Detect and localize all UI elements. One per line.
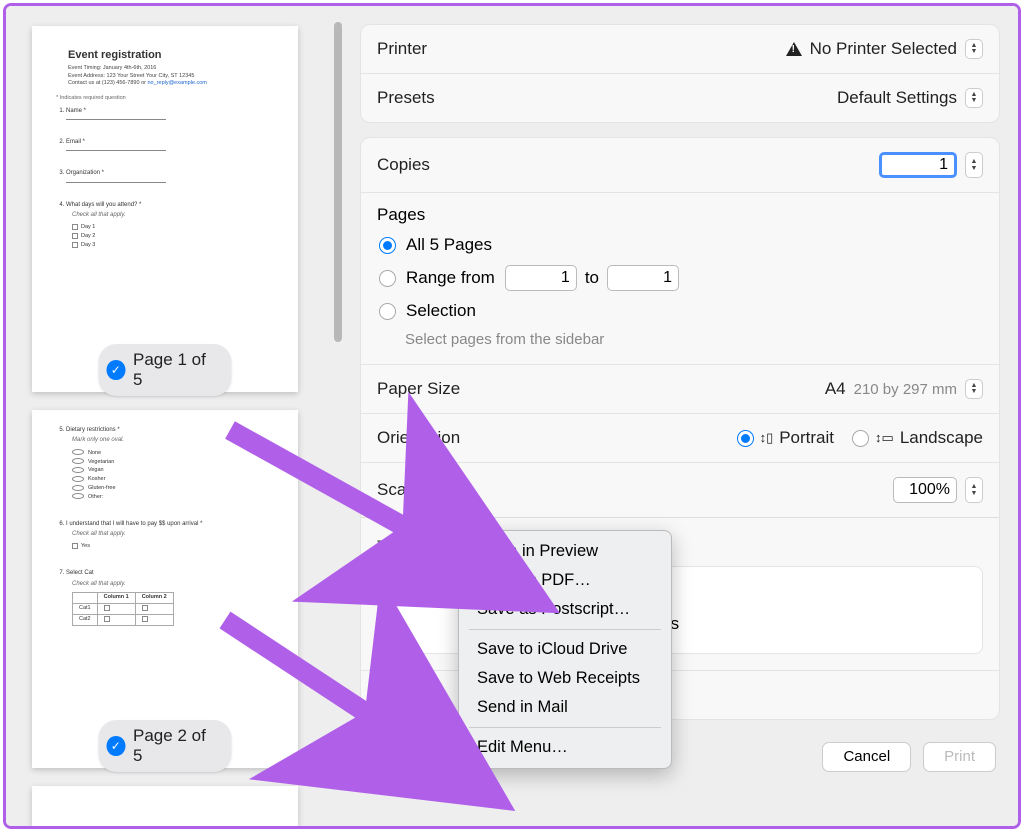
presets-label: Presets [377,88,435,108]
warning-icon [786,42,802,56]
preview-sidebar: Event registration Event Timing: January… [6,6,346,826]
landscape-icon: ↕▭ [875,430,894,446]
pages-label: Pages [377,205,983,225]
radio-all-pages[interactable] [379,237,396,254]
pdf-button[interactable]: PDF [402,743,454,771]
paper-label: Paper Size [377,379,460,399]
printer-select[interactable]: No Printer Selected ▲▼ [786,39,983,59]
stepper-icon[interactable]: ▲▼ [965,477,983,503]
cancel-button[interactable]: Cancel [822,742,911,772]
orientation-label: Orientation [377,428,460,448]
scaling-label: Scaling [377,480,433,500]
copies-input[interactable] [879,152,957,178]
chevron-down-icon: ▾ [377,536,383,549]
pdf-dropdown-menu: Open in Preview Save as PDF… Save as Pos… [458,530,672,769]
menu-save-postscript[interactable]: Save as Postscript… [459,595,671,624]
menu-save-icloud[interactable]: Save to iCloud Drive [459,635,671,664]
chevron-updown-icon: ▲▼ [965,379,983,399]
chevron-updown-icon: ▲▼ [965,39,983,59]
page-thumbnail-2[interactable]: Dietary restrictions * Mark only one ova… [32,410,298,768]
menu-edit-menu[interactable]: Edit Menu… [459,733,671,762]
stepper-icon[interactable]: ▲▼ [965,152,983,178]
range-from-input[interactable] [505,265,577,291]
menu-open-preview[interactable]: Open in Preview [459,537,671,566]
layout-section[interactable]: ▸ out [361,670,999,719]
portrait-icon: ↕▯ [760,430,774,446]
presets-select[interactable]: Default Settings ▲▼ [837,88,983,108]
paper-select[interactable]: A4 210 by 297 mm ▲▼ [825,379,983,399]
print-button[interactable]: Print [923,742,996,772]
radio-landscape[interactable] [852,430,869,447]
copies-label: Copies [377,155,430,175]
menu-save-webreceipts[interactable]: Save to Web Receipts [459,664,671,693]
safari-section[interactable]: ▾ Safari [361,517,999,566]
help-button[interactable]: ? [364,743,392,771]
page-thumbnail-3[interactable] [32,786,298,826]
form-title: Event registration [68,48,286,63]
radio-selection[interactable] [379,303,396,320]
menu-save-pdf[interactable]: Save as PDF… [459,566,671,595]
check-icon[interactable]: ✓ [107,736,126,756]
page-badge-1: ✓ Page 1 of 5 [99,344,232,396]
chevron-updown-icon: ▲▼ [965,88,983,108]
page-badge-2: ✓ Page 2 of 5 [99,720,232,772]
printer-label: Printer [377,39,427,59]
range-to-input[interactable] [607,265,679,291]
check-icon[interactable]: ✓ [107,360,126,380]
radio-portrait[interactable] [737,430,754,447]
pages-hint: Select pages from the sidebar [405,331,983,348]
scaling-input[interactable] [893,477,957,503]
menu-send-mail[interactable]: Send in Mail [459,693,671,722]
radio-range[interactable] [379,270,396,287]
scrollbar[interactable] [334,22,342,342]
print-dialog: Printer No Printer Selected ▲▼ Presets D… [346,6,1018,826]
page-thumbnail-1[interactable]: Event registration Event Timing: January… [32,26,298,392]
chevron-right-icon: ▸ [377,688,383,701]
